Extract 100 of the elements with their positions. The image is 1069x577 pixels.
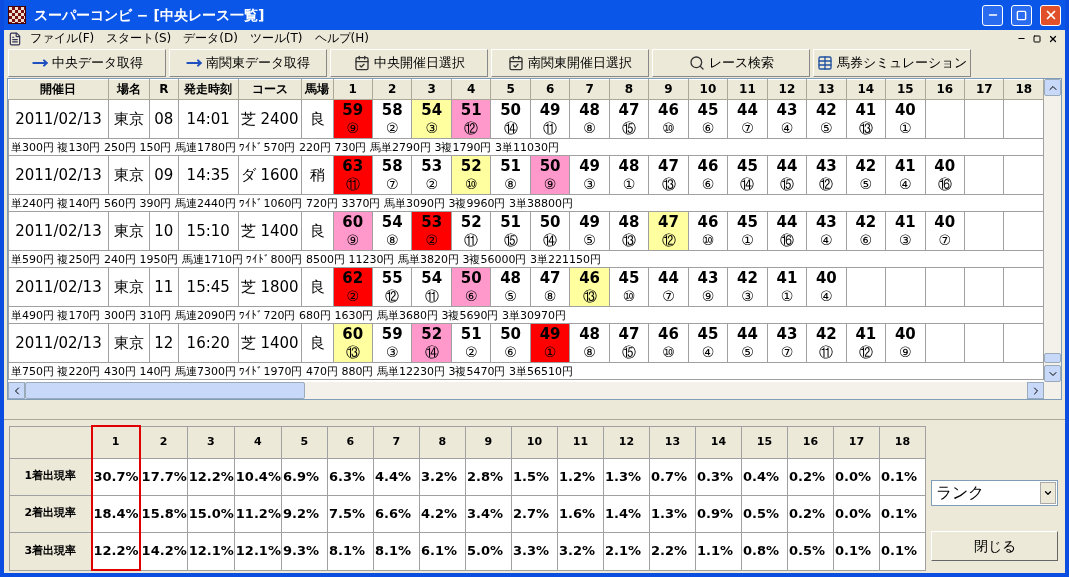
table-cell: 12.1% [234,532,282,570]
score-cell: 52 ⑭ [411,323,452,363]
table-cell: 芝 1400 [238,323,302,363]
score-cell: 49 ⑤ [569,211,610,251]
score-cell: 41 ① [767,267,807,307]
table-cell: 0.1% [879,458,926,496]
score-cell: 45 ④ [688,323,728,363]
table-cell: 0.2% [787,458,834,496]
menu-item[interactable]: ツール(T) [249,31,303,46]
column-header[interactable]: 10 [511,426,558,458]
column-header[interactable]: 8 [609,79,649,100]
column-header[interactable]: 16 [925,79,965,100]
toolbar-button[interactable]: 中央データ取得 [8,48,166,77]
scroll-thumb[interactable] [25,382,305,399]
column-header[interactable]: 12 [603,426,650,458]
restore-icon [1033,34,1041,43]
table-cell: 9.3% [281,532,328,570]
score-cell: 51 ⑫ [451,99,491,139]
score-cell: 40 ⑯ [925,155,965,195]
column-header[interactable]: 16 [787,426,834,458]
table-cell: 東京 [108,267,150,307]
table-cell: 12 [149,323,179,363]
table-cell: 芝 1800 [238,267,302,307]
column-header[interactable]: 6 [327,426,374,458]
score-cell: 44 ⑤ [727,323,768,363]
table-cell: 2011/02/13 [8,267,109,307]
column-header[interactable]: 11 [557,426,604,458]
horizontal-scrollbar[interactable] [8,382,1061,399]
minimize-button[interactable] [982,4,1003,26]
column-header[interactable]: 9 [648,79,689,100]
column-header[interactable]: 7 [569,79,610,100]
column-header[interactable]: 14 [846,79,886,100]
column-header[interactable]: 18 [1003,79,1044,100]
score-cell: 41 ⑫ [846,323,886,363]
menu-item[interactable]: データ(D) [183,31,238,46]
close-dialog-button[interactable]: 閉じる [931,531,1059,561]
table-cell: 稍 [301,155,333,195]
table-cell: 11.2% [234,495,282,533]
column-header[interactable]: 発走時刻 [178,79,239,100]
column-header[interactable]: 2 [139,426,188,458]
table-cell: 8.1% [373,532,420,570]
column-header[interactable]: R [149,79,179,100]
score-cell: 50 ⑭ [490,99,531,139]
table-cell: 2.8% [465,458,512,496]
score-cell: 48 ⑧ [569,99,610,139]
column-header[interactable]: 場名 [108,79,150,100]
column-header[interactable]: 18 [879,426,926,458]
column-header[interactable]: 17 [833,426,880,458]
menu-item[interactable]: ファイル(F) [30,31,95,46]
scroll-thumb[interactable] [1044,353,1061,363]
column-header[interactable]: 15 [885,79,926,100]
column-header[interactable]: 15 [741,426,788,458]
search-icon [688,54,705,71]
column-header[interactable]: 6 [530,79,570,100]
column-header[interactable]: 5 [490,79,531,100]
rank-dropdown[interactable]: ランク [931,480,1059,506]
column-header[interactable]: 10 [688,79,728,100]
column-header[interactable]: 5 [281,426,328,458]
close-button[interactable] [1040,4,1061,26]
score-cell: 42 ⑥ [846,211,886,251]
column-header[interactable]: 4 [451,79,491,100]
column-header[interactable]: 3 [411,79,452,100]
toolbar-button[interactable]: レース検索 [652,48,810,77]
score-cell: 46 ⑬ [569,267,610,307]
table-cell: 1.3% [603,458,650,496]
table-cell: 1.5% [511,458,558,496]
column-header[interactable]: 14 [695,426,742,458]
score-cell: 50 ⑥ [451,267,491,307]
table-cell: 8.1% [327,532,374,570]
menu-item[interactable]: スタート(S) [106,31,172,46]
column-header[interactable]: 8 [419,426,466,458]
table-cell: 0.0% [833,495,880,533]
toolbar-button[interactable]: 中央開催日選択 [330,48,488,77]
column-header[interactable]: 馬場 [301,79,333,100]
table-cell: 12.2% [91,532,140,570]
column-header[interactable]: 4 [234,426,282,458]
column-header[interactable]: 7 [373,426,420,458]
toolbar-button[interactable]: 南関東データ取得 [169,48,327,77]
column-header[interactable]: 3 [187,426,235,458]
column-header[interactable]: 13 [649,426,696,458]
score-cell: 48 ⑧ [569,323,610,363]
table-cell: 東京 [108,99,150,139]
column-header[interactable]: 13 [806,79,847,100]
column-header[interactable]: 12 [767,79,807,100]
score-cell: 44 ⑦ [648,267,689,307]
column-header[interactable]: 1 [333,79,373,100]
table-cell: 1.4% [603,495,650,533]
maximize-button[interactable] [1011,4,1032,26]
table-cell: 0.1% [879,495,926,533]
column-header[interactable]: 17 [964,79,1004,100]
toolbar-button[interactable]: 南関東開催日選択 [491,48,649,77]
column-header[interactable]: 2 [372,79,412,100]
column-header[interactable]: 11 [727,79,768,100]
vertical-scrollbar[interactable] [1044,79,1061,382]
score-cell: 48 ⑬ [609,211,649,251]
menu-item[interactable]: ヘルプ(H) [314,31,369,46]
column-header[interactable]: コース [238,79,302,100]
toolbar-button[interactable]: 馬券シミュレーション [813,48,971,77]
column-header[interactable]: 9 [465,426,512,458]
column-header[interactable]: 開催日 [8,79,109,100]
